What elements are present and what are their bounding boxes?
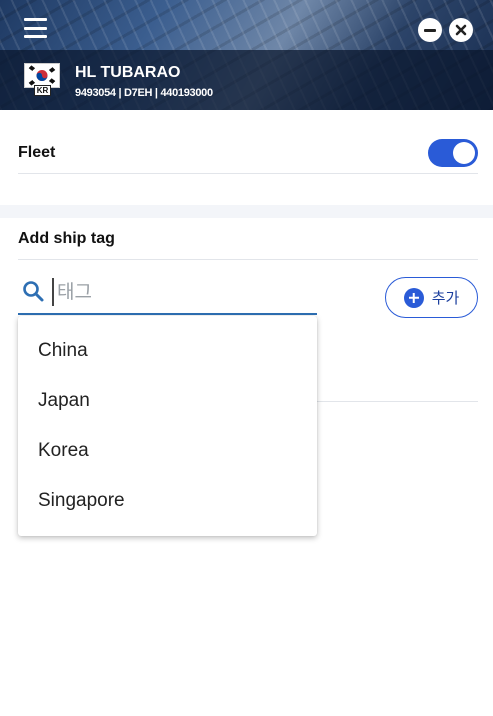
tag-search-field [18,270,317,315]
minimize-icon [424,28,436,32]
dropdown-option-japan[interactable]: Japan [18,376,317,426]
tag-suggestion-dropdown: China Japan Korea Singapore [18,316,317,536]
fleet-toggle[interactable] [428,139,478,167]
flag-code-badge: KR [34,85,51,96]
dropdown-option-singapore[interactable]: Singapore [18,476,317,526]
tag-search-input[interactable] [52,278,307,306]
dropdown-option-china[interactable]: China [18,326,317,376]
close-icon [455,24,467,36]
ship-info-band [0,50,493,110]
ship-identifiers: 9493054 | D7EH | 440193000 [75,87,213,99]
close-button[interactable] [449,18,473,42]
dropdown-option-korea[interactable]: Korea [18,426,317,476]
section-divider [0,205,493,218]
search-icon [23,281,44,302]
toggle-knob [453,142,475,164]
ship-name: HL TUBARAO [75,64,181,81]
minimize-button[interactable] [418,18,442,42]
fleet-label: Fleet [18,144,56,161]
ship-header: KR HL TUBARAO 9493054 | D7EH | 440193000 [0,0,493,110]
menu-icon[interactable] [24,18,47,38]
add-tag-label: 추가 [431,289,460,307]
add-ship-tag-title: Add ship tag [18,228,478,260]
flag-icon: KR [24,63,60,96]
fleet-row: Fleet [18,134,478,174]
add-tag-button[interactable]: 추가 [385,277,478,318]
plus-circle-icon [403,287,424,308]
